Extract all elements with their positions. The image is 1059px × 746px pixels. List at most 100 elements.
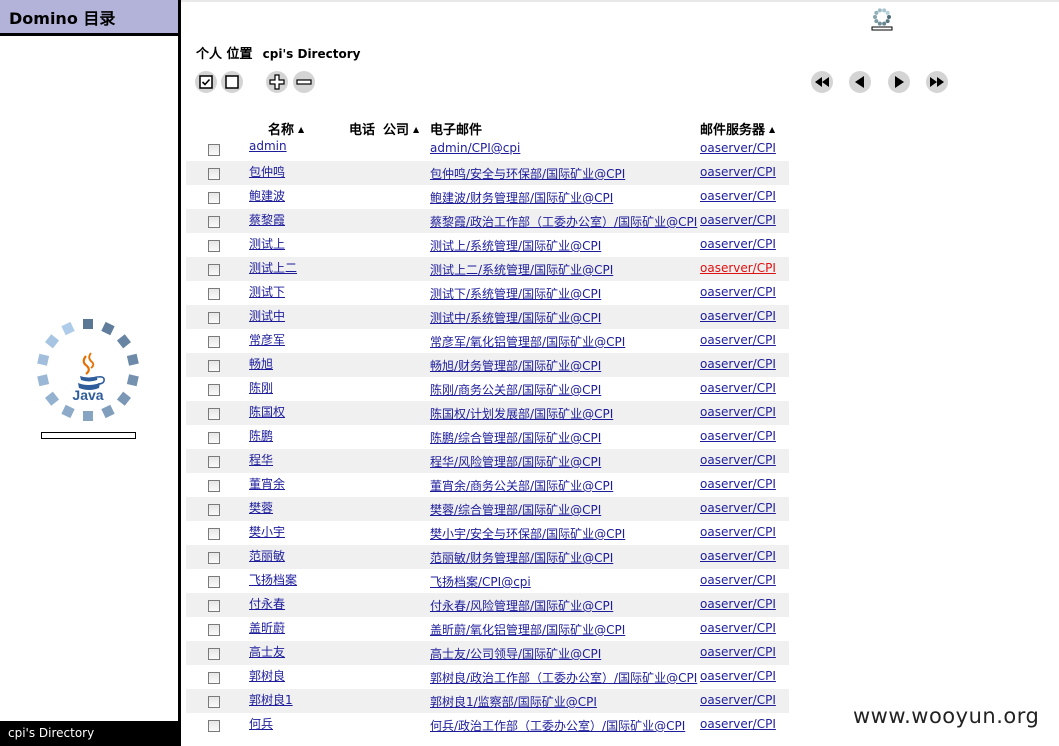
column-header-email[interactable]: 电子邮件 xyxy=(430,119,482,138)
row-mail-server-link[interactable]: oaserver/CPI xyxy=(700,333,776,347)
table-row[interactable]: 郭树良 郭树良/政治工作部（工委办公室）/国际矿业@CPI oaserver/CPI xyxy=(186,665,789,689)
column-header-company[interactable]: 公司 ▲ xyxy=(383,119,419,138)
row-select-checkbox[interactable] xyxy=(208,696,220,708)
row-select-checkbox[interactable] xyxy=(208,720,220,732)
row-select-checkbox[interactable] xyxy=(208,672,220,684)
table-row[interactable]: 包仲鸣 包仲鸣/安全与环保部/国际矿业@CPI oaserver/CPI xyxy=(186,161,789,185)
row-mail-server-link[interactable]: oaserver/CPI xyxy=(700,429,776,443)
row-name-link[interactable]: 陈鹏 xyxy=(249,427,273,444)
row-select-checkbox[interactable] xyxy=(208,528,220,540)
row-mail-server-link[interactable]: oaserver/CPI xyxy=(700,501,776,515)
row-name-link[interactable]: 樊蓉 xyxy=(249,499,273,516)
row-name-link[interactable]: 郭树良1 xyxy=(249,691,293,708)
row-name-link[interactable]: 盖昕蔚 xyxy=(249,619,285,636)
row-name-link[interactable]: 蔡黎霞 xyxy=(249,211,285,228)
row-select-checkbox[interactable] xyxy=(208,192,220,204)
row-name-link[interactable]: 高士友 xyxy=(249,643,285,660)
row-select-checkbox[interactable] xyxy=(208,336,220,348)
row-email-link[interactable]: 测试下/系统管理/国际矿业@CPI xyxy=(430,285,601,302)
row-email-link[interactable]: 常彦军/氧化铝管理部/国际矿业@CPI xyxy=(430,333,625,350)
table-row[interactable]: 董宵余 董宵余/商务公关部/国际矿业@CPI oaserver/CPI xyxy=(186,473,789,497)
table-row[interactable]: 樊小宇 樊小宇/安全与环保部/国际矿业@CPI oaserver/CPI xyxy=(186,521,789,545)
row-mail-server-link[interactable]: oaserver/CPI xyxy=(700,525,776,539)
row-name-link[interactable]: 常彦军 xyxy=(249,331,285,348)
row-name-link[interactable]: 测试上二 xyxy=(249,259,297,276)
row-name-link[interactable]: 畅旭 xyxy=(249,355,273,372)
row-mail-server-link[interactable]: oaserver/CPI xyxy=(700,237,776,251)
row-email-link[interactable]: 樊蓉/综合管理部/国际矿业@CPI xyxy=(430,501,601,518)
row-mail-server-link[interactable]: oaserver/CPI xyxy=(700,381,776,395)
row-mail-server-link[interactable]: oaserver/CPI xyxy=(700,549,776,563)
row-select-checkbox[interactable] xyxy=(208,144,220,156)
row-name-link[interactable]: 何兵 xyxy=(249,715,273,732)
row-mail-server-link[interactable]: oaserver/CPI xyxy=(700,693,776,707)
row-name-link[interactable]: 陈国权 xyxy=(249,403,285,420)
row-select-checkbox[interactable] xyxy=(208,600,220,612)
row-name-link[interactable]: 测试下 xyxy=(249,283,285,300)
table-row[interactable]: 付永春 付永春/风险管理部/国际矿业@CPI oaserver/CPI xyxy=(186,593,789,617)
row-mail-server-link[interactable]: oaserver/CPI xyxy=(700,573,776,587)
row-email-link[interactable]: 蔡黎霞/政治工作部（工委办公室）/国际矿业@CPI xyxy=(430,213,697,230)
first-page-button[interactable] xyxy=(811,71,833,93)
row-select-checkbox[interactable] xyxy=(208,432,220,444)
table-row[interactable]: 陈国权 陈国权/计划发展部/国际矿业@CPI oaserver/CPI xyxy=(186,401,789,425)
row-email-link[interactable]: 付永春/风险管理部/国际矿业@CPI xyxy=(430,597,613,614)
row-name-link[interactable]: 付永春 xyxy=(249,595,285,612)
row-name-link[interactable]: 包仲鸣 xyxy=(249,163,285,180)
row-email-link[interactable]: 测试上二/系统管理/国际矿业@CPI xyxy=(430,261,613,278)
row-mail-server-link[interactable]: oaserver/CPI xyxy=(700,597,776,611)
table-row[interactable]: 陈鹏 陈鹏/综合管理部/国际矿业@CPI oaserver/CPI xyxy=(186,425,789,449)
row-email-link[interactable]: 陈鹏/综合管理部/国际矿业@CPI xyxy=(430,429,601,446)
table-row[interactable]: 鲍建波 鲍建波/财务管理部/国际矿业@CPI oaserver/CPI xyxy=(186,185,789,209)
row-mail-server-link[interactable]: oaserver/CPI xyxy=(700,669,776,683)
row-email-link[interactable]: 樊小宇/安全与环保部/国际矿业@CPI xyxy=(430,525,625,542)
row-email-link[interactable]: 董宵余/商务公关部/国际矿业@CPI xyxy=(430,477,613,494)
previous-page-button[interactable] xyxy=(849,71,871,93)
table-row[interactable]: 程华 程华/风险管理部/国际矿业@CPI oaserver/CPI xyxy=(186,449,789,473)
row-select-checkbox[interactable] xyxy=(208,384,220,396)
row-mail-server-link[interactable]: oaserver/CPI xyxy=(700,261,776,275)
row-name-link[interactable]: 范丽敏 xyxy=(249,547,285,564)
row-select-checkbox[interactable] xyxy=(208,648,220,660)
row-email-link[interactable]: 测试上/系统管理/国际矿业@CPI xyxy=(430,237,601,254)
table-row[interactable]: 盖昕蔚 盖昕蔚/氧化铝管理部/国际矿业@CPI oaserver/CPI xyxy=(186,617,789,641)
table-row[interactable]: 测试上 测试上/系统管理/国际矿业@CPI oaserver/CPI xyxy=(186,233,789,257)
table-row[interactable]: 樊蓉 樊蓉/综合管理部/国际矿业@CPI oaserver/CPI xyxy=(186,497,789,521)
row-email-link[interactable]: 郭树良1/监察部/国际矿业@CPI xyxy=(430,693,597,710)
row-select-checkbox[interactable] xyxy=(208,576,220,588)
row-mail-server-link[interactable]: oaserver/CPI xyxy=(700,141,776,155)
table-row[interactable]: admin admin/CPI@cpi oaserver/CPI xyxy=(186,137,789,161)
row-select-checkbox[interactable] xyxy=(208,552,220,564)
collapse-all-button[interactable] xyxy=(293,71,315,93)
table-row[interactable]: 高士友 高士友/公司领导/国际矿业@CPI oaserver/CPI xyxy=(186,641,789,665)
expand-all-button[interactable] xyxy=(266,71,288,93)
row-select-checkbox[interactable] xyxy=(208,456,220,468)
row-mail-server-link[interactable]: oaserver/CPI xyxy=(700,453,776,467)
table-row[interactable]: 何兵 何兵/政治工作部（工委办公室）/国际矿业@CPI oaserver/CPI xyxy=(186,713,789,737)
table-row[interactable]: 测试上二 测试上二/系统管理/国际矿业@CPI oaserver/CPI xyxy=(186,257,789,281)
row-email-link[interactable]: 程华/风险管理部/国际矿业@CPI xyxy=(430,453,601,470)
row-select-checkbox[interactable] xyxy=(208,312,220,324)
last-page-button[interactable] xyxy=(926,71,948,93)
table-row[interactable]: 常彦军 常彦军/氧化铝管理部/国际矿业@CPI oaserver/CPI xyxy=(186,329,789,353)
row-name-link[interactable]: 测试上 xyxy=(249,235,285,252)
row-mail-server-link[interactable]: oaserver/CPI xyxy=(700,309,776,323)
row-email-link[interactable]: 测试中/系统管理/国际矿业@CPI xyxy=(430,309,601,326)
row-select-checkbox[interactable] xyxy=(208,480,220,492)
row-email-link[interactable]: 高士友/公司领导/国际矿业@CPI xyxy=(430,645,601,662)
location-value[interactable]: cpi's Directory xyxy=(263,47,361,61)
row-email-link[interactable]: 畅旭/财务管理部/国际矿业@CPI xyxy=(430,357,601,374)
row-name-link[interactable]: 测试中 xyxy=(249,307,285,324)
row-mail-server-link[interactable]: oaserver/CPI xyxy=(700,477,776,491)
row-select-checkbox[interactable] xyxy=(208,624,220,636)
next-page-button[interactable] xyxy=(888,71,910,93)
row-name-link[interactable]: 程华 xyxy=(249,451,273,468)
table-row[interactable]: 范丽敏 范丽敏/财务管理部/国际矿业@CPI oaserver/CPI xyxy=(186,545,789,569)
row-email-link[interactable]: 陈刚/商务公关部/国际矿业@CPI xyxy=(430,381,601,398)
row-email-link[interactable]: 盖昕蔚/氧化铝管理部/国际矿业@CPI xyxy=(430,621,625,638)
row-name-link[interactable]: 董宵余 xyxy=(249,475,285,492)
row-email-link[interactable]: admin/CPI@cpi xyxy=(430,141,520,155)
row-mail-server-link[interactable]: oaserver/CPI xyxy=(700,165,776,179)
row-name-link[interactable]: 樊小宇 xyxy=(249,523,285,540)
column-header-phone[interactable]: 电话 xyxy=(349,119,375,138)
